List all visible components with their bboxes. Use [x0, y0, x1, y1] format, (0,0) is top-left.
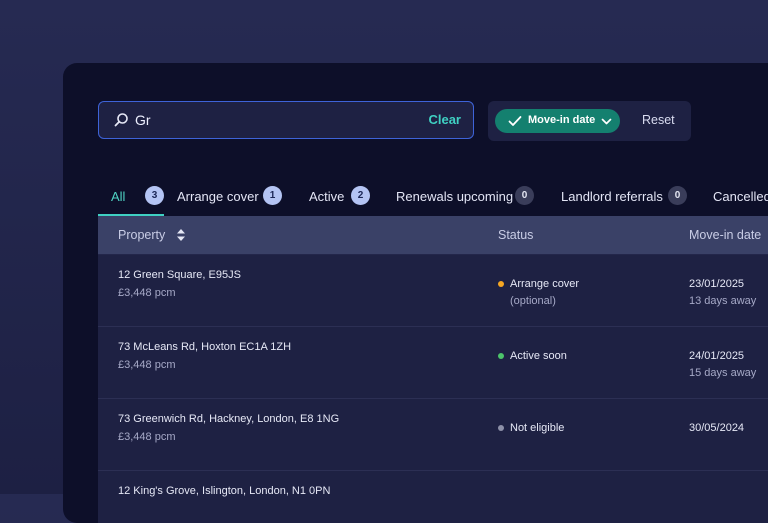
move-in-date-column-header[interactable]: Move-in date [689, 228, 761, 242]
status-text: Arrange cover [510, 278, 580, 290]
status-dot [498, 353, 504, 359]
reset-button[interactable]: Reset [642, 113, 675, 127]
property-column-header[interactable]: Property [118, 228, 165, 242]
tab-label: Cancelled [713, 189, 768, 204]
table-row[interactable]: 12 King's Grove, Islington, London, N1 0… [98, 471, 768, 523]
property-rent: £3,448 pcm [118, 287, 176, 299]
status-subtext: (optional) [510, 295, 556, 307]
tab-all[interactable]: All 3 [98, 181, 164, 216]
table-row[interactable]: 12 Green Square, E95JS £3,448 pcm Arrang… [98, 255, 768, 327]
tab-count-badge: 2 [351, 186, 370, 205]
property-address: 73 Greenwich Rd, Hackney, London, E8 1NG [118, 413, 340, 425]
property-rent: £3,448 pcm [118, 431, 176, 443]
tab-count-badge: 0 [515, 186, 534, 205]
table-row[interactable]: 73 McLeans Rd, Hoxton EC1A 1ZH £3,448 pc… [98, 327, 768, 399]
search-box[interactable]: Clear [98, 101, 474, 139]
move-in-date: 23/01/2025 [689, 278, 745, 290]
status-text: Not eligible [510, 422, 565, 434]
tab-label: Landlord referrals [561, 189, 663, 204]
clear-button[interactable]: Clear [428, 112, 461, 127]
move-in-date: 24/01/2025 [689, 350, 745, 362]
filter-bar: Move-in date Reset [488, 101, 691, 141]
tab-label: Arrange cover [177, 189, 259, 204]
tab-count-badge: 0 [668, 186, 687, 205]
tab-count-badge: 3 [145, 186, 164, 205]
chevron-down-icon [601, 118, 612, 125]
status-text: Active soon [510, 350, 567, 362]
tab-label: All [111, 189, 126, 204]
property-address: 73 McLeans Rd, Hoxton EC1A 1ZH [118, 341, 292, 353]
status-dot [498, 425, 504, 431]
table-header: Property Status Move-in date [98, 216, 768, 255]
property-rent: £3,448 pcm [118, 359, 176, 371]
property-address: 12 King's Grove, Islington, London, N1 0… [118, 485, 331, 497]
status-column-header: Status [498, 228, 534, 242]
tab-label: Active [309, 189, 345, 204]
sort-icon[interactable] [176, 227, 186, 243]
main-panel: Clear Move-in date Reset All 3 Arrange c… [63, 63, 768, 523]
search-icon [114, 113, 128, 127]
tab-count-badge: 1 [263, 186, 282, 205]
move-in-countdown: 15 days away [689, 367, 757, 379]
tab-label: Renewals upcoming [396, 189, 514, 204]
move-in-countdown: 13 days away [689, 295, 757, 307]
status-dot [498, 281, 504, 287]
property-address: 12 Green Square, E95JS [118, 269, 241, 281]
move-in-date-filter-chip[interactable]: Move-in date [495, 109, 620, 133]
properties-table: Property Status Move-in date 12 Green Sq… [98, 216, 768, 523]
check-icon [508, 116, 522, 126]
status-tabs: All 3 Arrange cover 1 Active 2 Renewals … [98, 181, 768, 217]
search-input[interactable] [135, 102, 415, 137]
chip-label: Move-in date [528, 114, 596, 126]
table-row[interactable]: 73 Greenwich Rd, Hackney, London, E8 1NG… [98, 399, 768, 471]
move-in-date: 30/05/2024 [689, 422, 745, 434]
